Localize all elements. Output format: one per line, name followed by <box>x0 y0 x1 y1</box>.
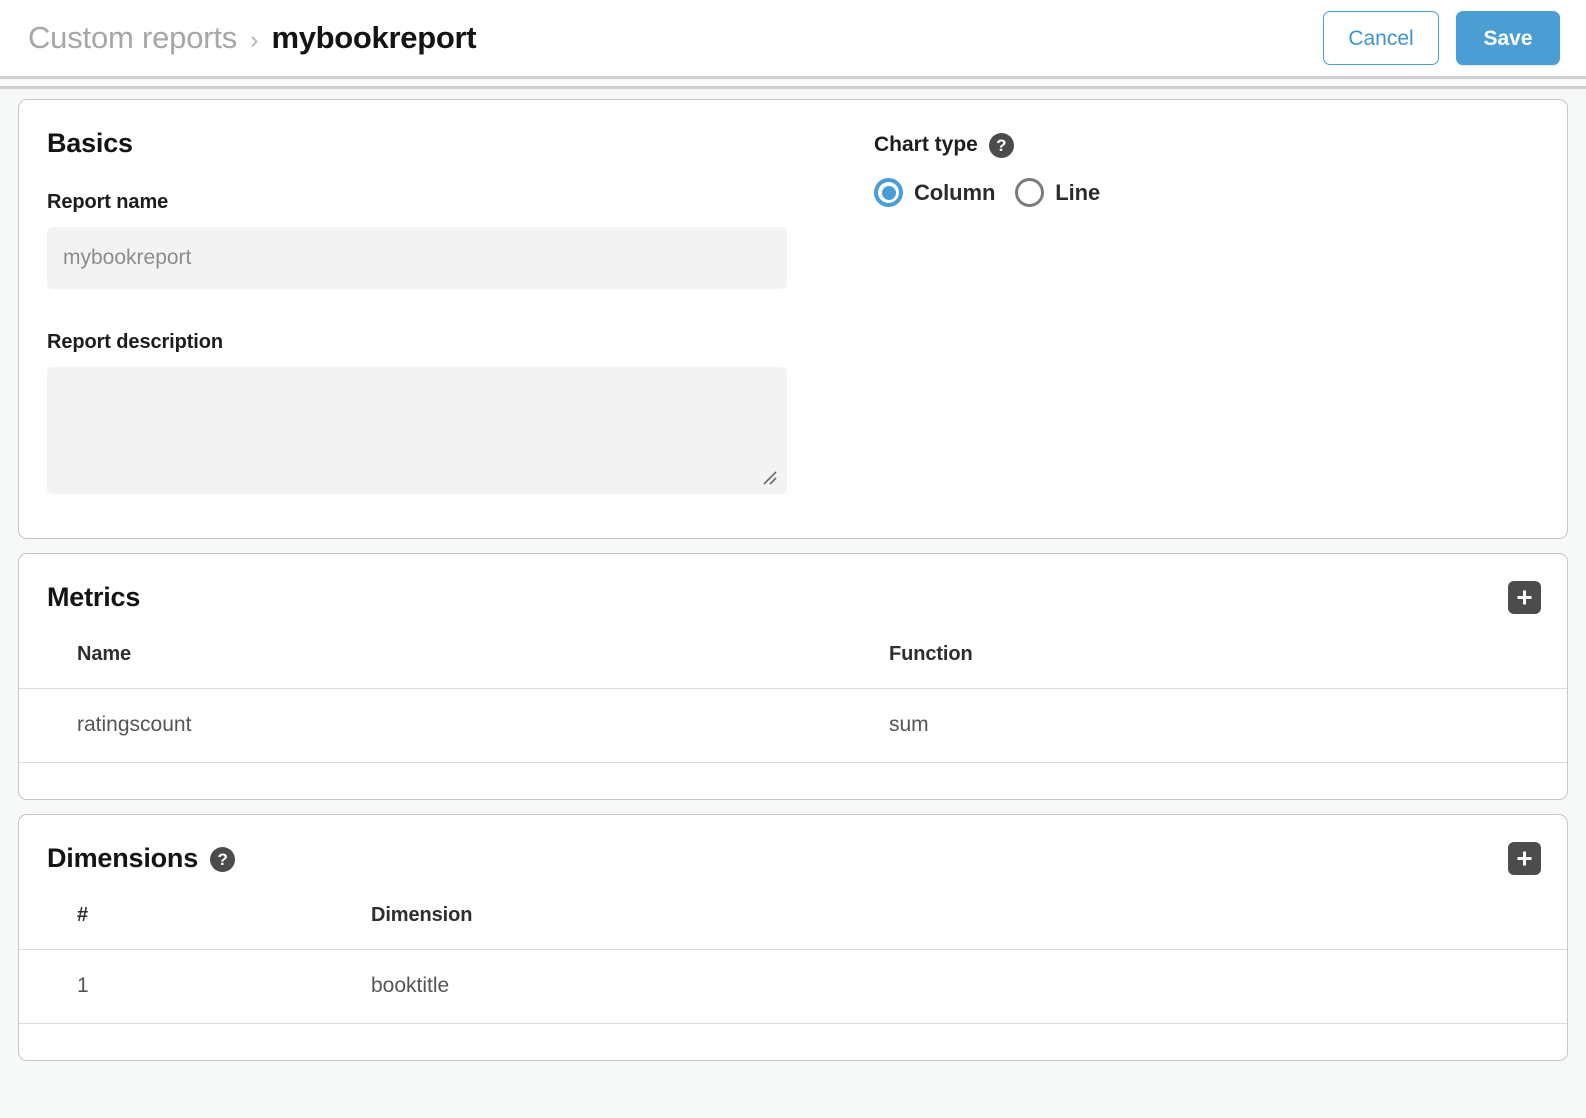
plus-icon <box>1516 850 1533 867</box>
page-title: mybookreport <box>271 20 476 56</box>
metrics-section-title: Metrics <box>47 582 140 613</box>
table-row[interactable]: 1 booktitle <box>19 950 1567 1024</box>
dimensions-table-footer <box>19 1024 1567 1060</box>
field-spacer <box>47 289 817 331</box>
cancel-button[interactable]: Cancel <box>1323 11 1439 65</box>
report-description-label: Report description <box>47 331 817 354</box>
report-name-label: Report name <box>47 191 817 214</box>
basics-card: Basics Report name Report description Ch… <box>18 99 1568 539</box>
report-description-wrapper <box>47 367 787 494</box>
metrics-table-header-row: Name Function <box>19 639 1567 689</box>
save-button[interactable]: Save <box>1456 11 1560 65</box>
basics-right-column: Chart type ? Column Line <box>817 128 1539 494</box>
chart-type-radio-group: Column Line <box>874 178 1539 207</box>
chart-type-label: Chart type <box>874 133 978 157</box>
basics-body: Basics Report name Report description Ch… <box>19 100 1567 538</box>
plus-icon <box>1516 589 1533 606</box>
chart-type-option-line[interactable]: Line <box>1015 178 1100 207</box>
chart-type-label-row: Chart type ? <box>874 132 1539 157</box>
help-icon[interactable]: ? <box>989 133 1014 158</box>
dimensions-column-index: # <box>19 900 371 950</box>
metrics-column-function: Function <box>889 639 1567 689</box>
dimensions-section-title: Dimensions <box>47 843 198 874</box>
basics-left-column: Basics Report name Report description <box>47 128 817 494</box>
breadcrumb-parent-link[interactable]: Custom reports <box>28 20 237 56</box>
metrics-card-header: Metrics <box>19 554 1567 639</box>
chart-type-option-column[interactable]: Column <box>874 178 995 207</box>
add-dimension-button[interactable] <box>1508 842 1541 875</box>
dimensions-table-header-row: # Dimension <box>19 900 1567 950</box>
dimensions-table: # Dimension 1 booktitle <box>19 900 1567 1024</box>
table-row[interactable]: ratingscount sum <box>19 689 1567 763</box>
basics-section-title: Basics <box>47 128 817 159</box>
dimension-index-cell: 1 <box>19 950 371 1024</box>
metric-name-cell: ratingscount <box>19 689 889 763</box>
add-metric-button[interactable] <box>1508 581 1541 614</box>
chart-type-option-column-label: Column <box>914 180 995 206</box>
report-description-textarea[interactable] <box>47 367 787 494</box>
breadcrumb: Custom reports › mybookreport <box>28 20 1323 56</box>
dimensions-column-dimension: Dimension <box>371 900 1567 950</box>
dimensions-card-header: Dimensions ? <box>19 815 1567 900</box>
metrics-table: Name Function ratingscount sum <box>19 639 1567 763</box>
page-content: Basics Report name Report description Ch… <box>0 89 1586 1118</box>
header-divider-inner <box>0 79 1586 89</box>
radio-unselected-icon[interactable] <box>1015 178 1044 207</box>
radio-selected-icon[interactable] <box>874 178 903 207</box>
metric-function-cell: sum <box>889 689 1567 763</box>
dimensions-section-title-row: Dimensions ? <box>47 843 235 874</box>
report-name-input[interactable] <box>47 227 787 289</box>
chart-type-option-line-label: Line <box>1055 180 1100 206</box>
metrics-table-footer <box>19 763 1567 799</box>
header-actions: Cancel Save <box>1323 11 1560 65</box>
breadcrumb-separator-icon: › <box>250 26 258 55</box>
metrics-column-name: Name <box>19 639 889 689</box>
metrics-card: Metrics Name Function ratingscount sum <box>18 553 1568 800</box>
dimension-name-cell: booktitle <box>371 950 1567 1024</box>
help-icon[interactable]: ? <box>210 847 235 872</box>
dimensions-card: Dimensions ? # Dimension 1 bookti <box>18 814 1568 1061</box>
app-header: Custom reports › mybookreport Cancel Sav… <box>0 0 1586 76</box>
